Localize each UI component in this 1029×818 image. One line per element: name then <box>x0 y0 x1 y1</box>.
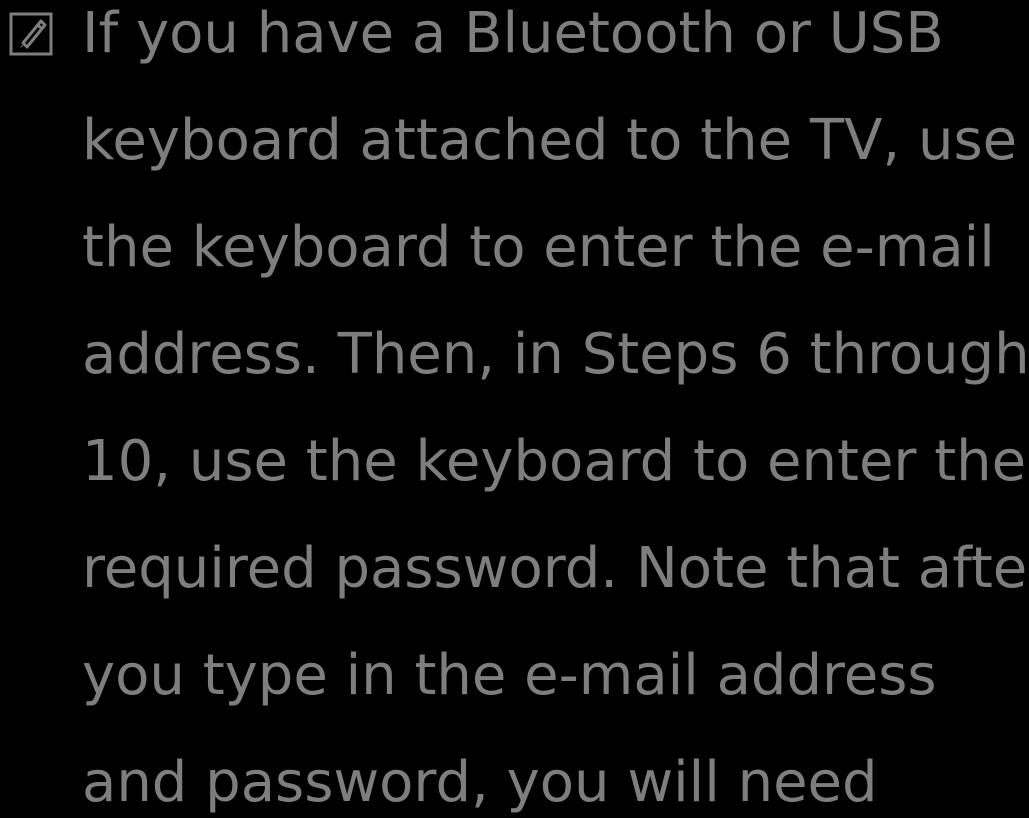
note-block: If you have a Bluetooth or USB keyboard … <box>0 0 1029 815</box>
note-line: address. Then, in Steps 6 through <box>82 322 1029 387</box>
note-line: keyboard attached to the TV, use <box>82 108 1018 173</box>
note-line: required password. Note that after <box>82 536 1029 601</box>
note-line: you type in the e-mail address <box>82 643 937 708</box>
note-line: and password, you will need <box>82 750 878 815</box>
note-line: If you have a Bluetooth or USB <box>82 1 944 66</box>
note-line: the keyboard to enter the e-mail <box>82 215 995 280</box>
note-pencil-icon <box>9 12 53 56</box>
note-line: 10, use the keyboard to enter the <box>82 429 1027 494</box>
